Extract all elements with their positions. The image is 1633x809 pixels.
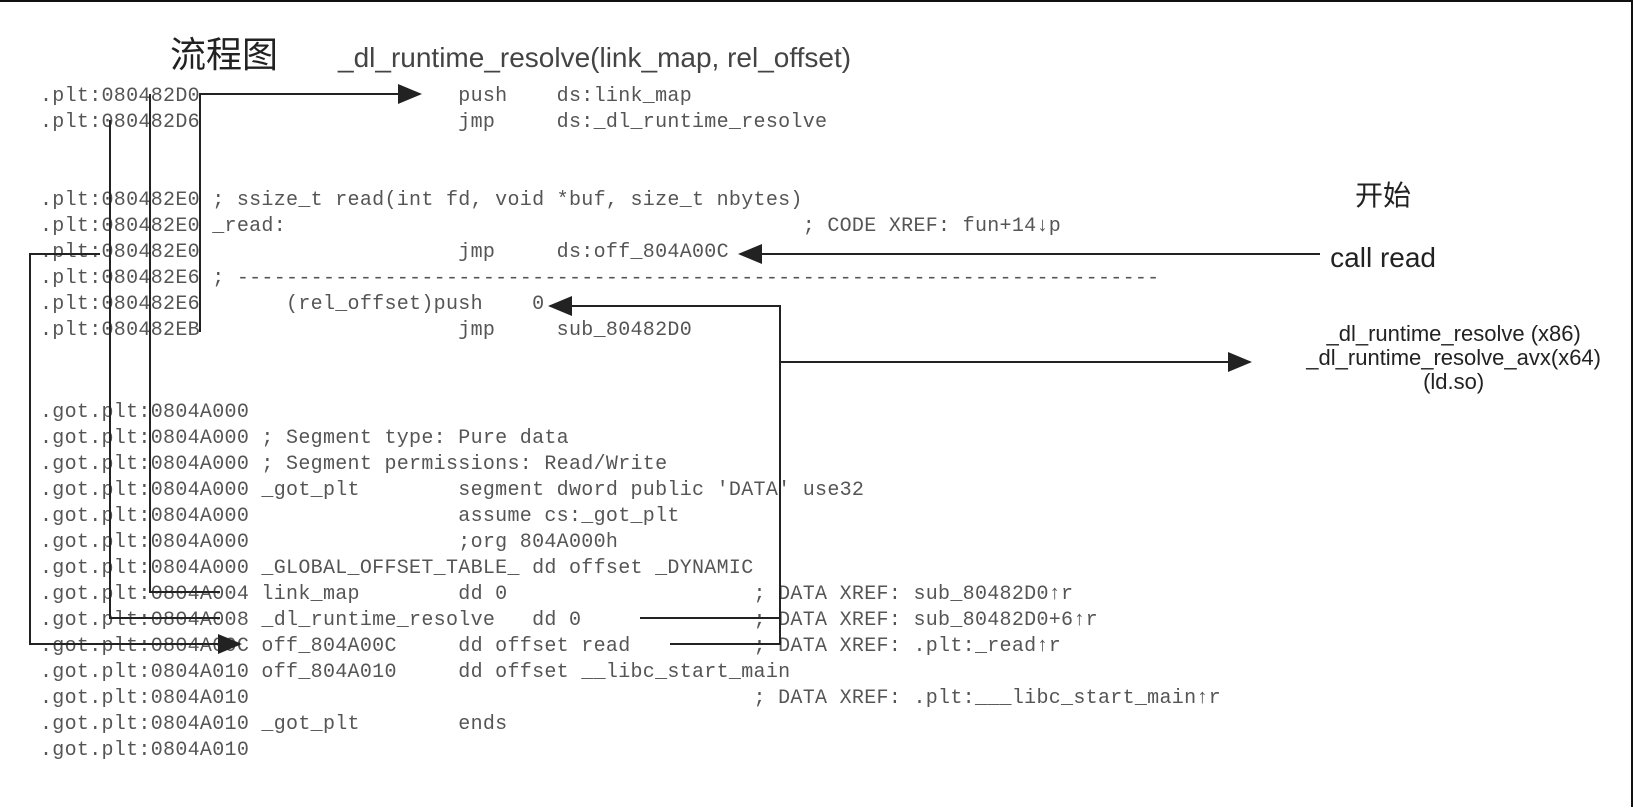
label-start: 开始 <box>1355 174 1411 214</box>
title-row: 流程图 _dl_runtime_resolve(link_map, rel_of… <box>170 26 851 78</box>
resolve-x86: _dl_runtime_resolve (x86) <box>1306 322 1601 346</box>
label-dl-resolve: _dl_runtime_resolve (x86) _dl_runtime_re… <box>1306 322 1601 394</box>
got-plt-section: .got.plt:0804A000 .got.plt:0804A000 ; Se… <box>40 400 1221 764</box>
resolve-ldso: (ld.so) <box>1306 370 1601 394</box>
resolve-signature: _dl_runtime_resolve(link_map, rel_offset… <box>338 42 851 74</box>
resolve-x64: _dl_runtime_resolve_avx(x64) <box>1306 346 1601 370</box>
plt-section: .plt:080482D0 push ds:link_map .plt:0804… <box>40 84 1159 344</box>
flowchart-label: 流程图 <box>170 26 278 78</box>
label-call-read: call read <box>1330 242 1436 274</box>
